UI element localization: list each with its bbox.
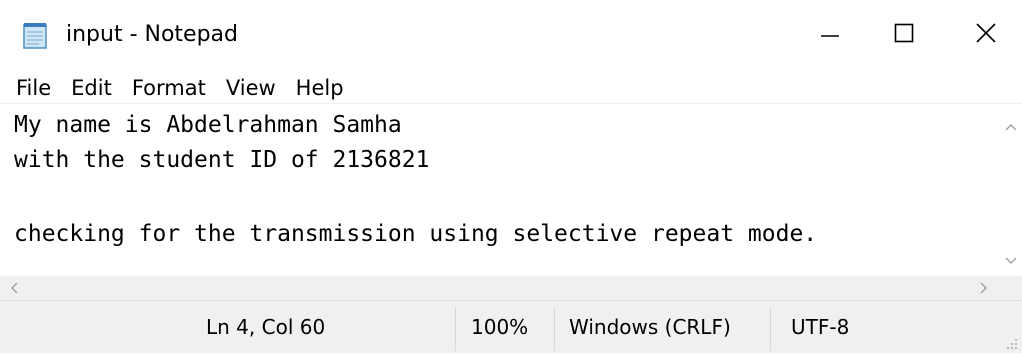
close-icon [975,22,997,48]
scroll-left-button[interactable] [2,276,26,300]
scroll-down-button[interactable] [1000,248,1022,270]
menu-view[interactable]: View [216,73,286,103]
chevron-right-icon [980,279,988,298]
menu-bar: File Edit Format View Help [0,72,1022,104]
maximize-button[interactable] [858,0,950,70]
status-separator [554,307,555,351]
status-zoom: 100% [471,315,529,339]
chevron-up-icon [1005,116,1017,135]
chevron-left-icon [10,279,18,298]
window-title: input - Notepad [66,22,239,47]
text-editor[interactable]: My name is Abdelrahman Samha with the st… [0,104,1000,276]
status-bar: Ln 4, Col 60 100% Windows (CRLF) UTF-8 [0,300,1022,353]
menu-file[interactable]: File [0,73,61,103]
vertical-scrollbar[interactable] [1000,104,1022,276]
close-button[interactable] [940,0,1022,70]
menu-help[interactable]: Help [286,73,354,103]
scroll-corner [1000,276,1022,300]
resize-grip-icon[interactable] [1004,335,1018,349]
status-separator [770,307,771,351]
scroll-up-button[interactable] [1000,114,1022,136]
notepad-window: input - Notepad File Edit Format View He… [0,0,1022,353]
status-cursor-position: Ln 4, Col 60 [206,315,326,339]
menu-format[interactable]: Format [122,73,216,103]
maximize-icon [893,22,915,48]
status-encoding: UTF-8 [791,315,850,339]
editor-line-2: with the student ID of 2136821 [14,147,430,173]
scroll-right-button[interactable] [972,276,996,300]
chevron-down-icon [1005,250,1017,269]
minimize-icon [819,22,841,48]
horizontal-scrollbar[interactable] [0,276,1000,300]
menu-edit[interactable]: Edit [61,73,122,103]
notepad-icon[interactable] [21,22,51,50]
status-line-ending: Windows (CRLF) [569,315,731,339]
editor-line-4: checking for the transmission using sele… [14,221,818,247]
editor-line-1: My name is Abdelrahman Samha [14,112,402,138]
status-separator [455,307,456,351]
title-bar[interactable]: input - Notepad [0,0,1022,70]
